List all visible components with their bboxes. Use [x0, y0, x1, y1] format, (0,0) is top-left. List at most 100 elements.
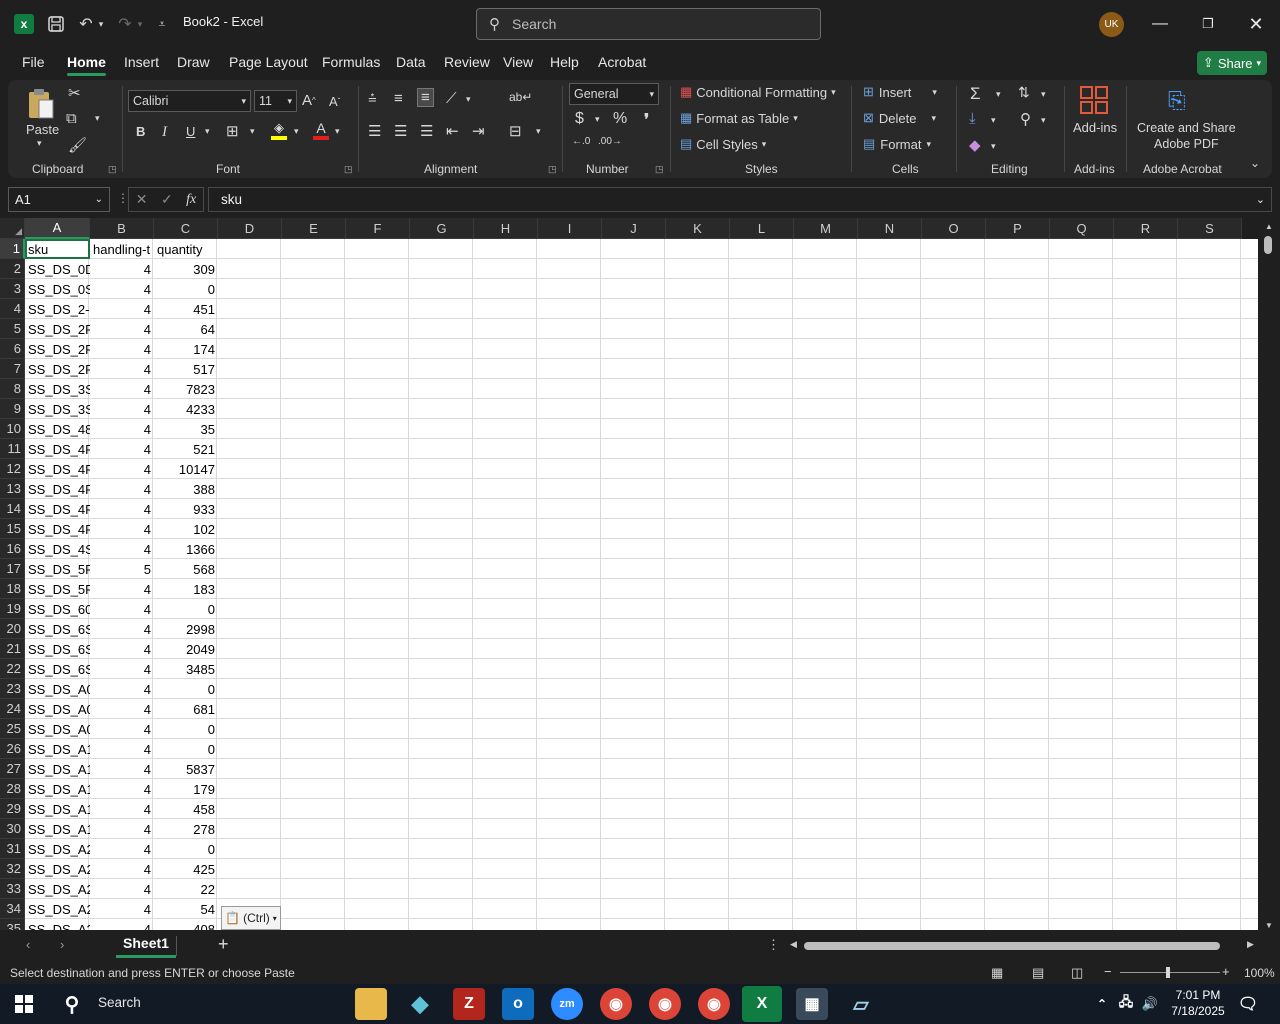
tab-formulas[interactable]: Formulas [322, 54, 380, 70]
table-cell[interactable]: 278 [154, 819, 218, 839]
increase-decimal-icon[interactable]: ←.0 [572, 136, 590, 147]
sort-filter-dropdown-icon[interactable]: ▾ [1041, 89, 1046, 100]
table-cell[interactable]: 4 [90, 419, 154, 439]
row-header[interactable]: 14 [0, 499, 25, 519]
table-cell[interactable]: SS_DS_4P [25, 479, 90, 499]
outlook-icon[interactable]: o [502, 988, 534, 1020]
normal-view-icon[interactable]: ▦ [991, 965, 1003, 981]
row-header[interactable]: 21 [0, 639, 25, 659]
clock[interactable]: 7:01 PM 7/18/2025 [1168, 987, 1228, 1019]
row-header[interactable]: 1 [0, 239, 25, 259]
zoom-level[interactable]: 100% [1244, 966, 1275, 980]
table-cell[interactable]: SS_DS_2P [25, 319, 90, 339]
table-cell[interactable]: SS_DS_2P [25, 339, 90, 359]
fill-dropdown-icon[interactable]: ▾ [991, 115, 996, 126]
table-cell[interactable]: 1366 [154, 539, 218, 559]
table-cell[interactable]: SS_DS_4P [25, 499, 90, 519]
number-format-select[interactable]: General ▾ [569, 83, 659, 105]
table-cell[interactable]: 681 [154, 699, 218, 719]
table-cell[interactable]: SS_DS_5P [25, 579, 90, 599]
table-cell[interactable]: handling-t [90, 239, 154, 259]
name-box[interactable]: A1 ⌄ [8, 187, 110, 212]
row-header[interactable]: 8 [0, 379, 25, 399]
align-middle-icon[interactable]: ≡ [394, 90, 403, 107]
row-header[interactable]: 18 [0, 579, 25, 599]
app-diamond-icon[interactable]: ◆ [404, 988, 436, 1020]
column-header-f[interactable]: F [346, 218, 410, 239]
decrease-indent-icon[interactable]: ⇤ [446, 122, 459, 140]
calculator-icon[interactable]: ▦ [796, 988, 828, 1020]
table-cell[interactable]: 0 [154, 679, 218, 699]
table-cell[interactable]: SS_DS_A2 [25, 839, 90, 859]
row-header[interactable]: 15 [0, 519, 25, 539]
table-cell[interactable]: 4 [90, 919, 154, 931]
row-header[interactable]: 33 [0, 879, 25, 899]
table-cell[interactable]: 0 [154, 839, 218, 859]
table-cell[interactable]: 4 [90, 519, 154, 539]
tab-data[interactable]: Data [396, 54, 426, 70]
fill-color-icon[interactable]: ◈ [271, 120, 287, 140]
table-cell[interactable]: SS_DS_6SI [25, 639, 90, 659]
table-cell[interactable]: 5 [90, 559, 154, 579]
table-cell[interactable]: SS_DS_2P [25, 359, 90, 379]
table-cell[interactable]: SS_DS_2-9 [25, 299, 90, 319]
volume-icon[interactable]: 🔊 [1138, 988, 1162, 1020]
table-cell[interactable]: 451 [154, 299, 218, 319]
collapse-ribbon-icon[interactable]: ⌄ [1250, 156, 1260, 170]
clipboard-launcher-icon[interactable]: ◳ [108, 164, 117, 175]
font-name-select[interactable]: Calibri ▾ [128, 90, 251, 112]
decrease-font-icon[interactable]: Aˇ [329, 94, 340, 109]
table-cell[interactable]: 64 [154, 319, 218, 339]
row-header[interactable]: 7 [0, 359, 25, 379]
table-cell[interactable]: 4 [90, 739, 154, 759]
table-cell[interactable]: SS_DS_A2 [25, 879, 90, 899]
row-header[interactable]: 25 [0, 719, 25, 739]
table-cell[interactable]: 4 [90, 859, 154, 879]
number-launcher-icon[interactable]: ◳ [655, 164, 664, 175]
network-icon[interactable]: 🖧 [1114, 988, 1138, 1020]
table-cell[interactable]: SS_DS_A1 [25, 759, 90, 779]
table-cell[interactable]: 4 [90, 599, 154, 619]
comma-style-icon[interactable]: ❜ [644, 110, 649, 130]
table-cell[interactable]: 4 [90, 539, 154, 559]
find-select-dropdown-icon[interactable]: ▾ [1041, 115, 1046, 126]
autosum-icon[interactable]: Σ [970, 84, 981, 104]
notifications-icon[interactable]: 🗨 [1232, 988, 1264, 1020]
tab-home[interactable]: Home [67, 54, 106, 76]
column-header-k[interactable]: K [666, 218, 730, 239]
row-header[interactable]: 26 [0, 739, 25, 759]
align-left-icon[interactable]: ☰ [368, 122, 381, 140]
table-cell[interactable]: 2998 [154, 619, 218, 639]
cell-styles-button[interactable]: ▤ Cell Styles ▾ [680, 136, 766, 152]
decrease-decimal-icon[interactable]: .00→ [598, 136, 622, 147]
align-center-icon[interactable]: ☰ [394, 122, 407, 140]
delete-cells-button[interactable]: ⊠ Delete ▾ [863, 110, 936, 126]
row-header[interactable]: 35 [0, 919, 25, 930]
table-cell[interactable]: 3485 [154, 659, 218, 679]
chrome-icon[interactable]: ◉ [600, 988, 632, 1020]
row-header[interactable]: 6 [0, 339, 25, 359]
undo-dropdown-icon[interactable]: ▾ [96, 12, 106, 36]
table-cell[interactable]: SS_DS_48 [25, 419, 90, 439]
page-layout-view-icon[interactable]: ▤ [1032, 965, 1044, 981]
column-header-o[interactable]: O [922, 218, 986, 239]
row-header[interactable]: 17 [0, 559, 25, 579]
row-header[interactable]: 30 [0, 819, 25, 839]
column-header-r[interactable]: R [1114, 218, 1178, 239]
italic-icon[interactable]: I [162, 124, 167, 141]
font-launcher-icon[interactable]: ◳ [344, 164, 353, 175]
table-cell[interactable]: 4 [90, 279, 154, 299]
table-cell[interactable]: 4 [90, 759, 154, 779]
table-cell[interactable]: sku [25, 239, 90, 259]
table-cell[interactable]: 102 [154, 519, 218, 539]
table-cell[interactable]: SS_DS_A2 [25, 899, 90, 919]
orientation-icon[interactable]: ⟋ [446, 90, 457, 107]
enter-icon[interactable]: ✓ [161, 191, 173, 208]
conditional-formatting-button[interactable]: ▦ Conditional Formatting ▾ [680, 84, 836, 100]
increase-font-icon[interactable]: A ^ [302, 92, 316, 109]
table-cell[interactable]: 4 [90, 299, 154, 319]
table-cell[interactable]: SS_DS_6SI [25, 659, 90, 679]
fill-color-dropdown-icon[interactable]: ▾ [294, 126, 299, 137]
cancel-icon[interactable]: ✕ [136, 191, 148, 208]
merge-center-icon[interactable]: ⊟ [509, 122, 522, 140]
